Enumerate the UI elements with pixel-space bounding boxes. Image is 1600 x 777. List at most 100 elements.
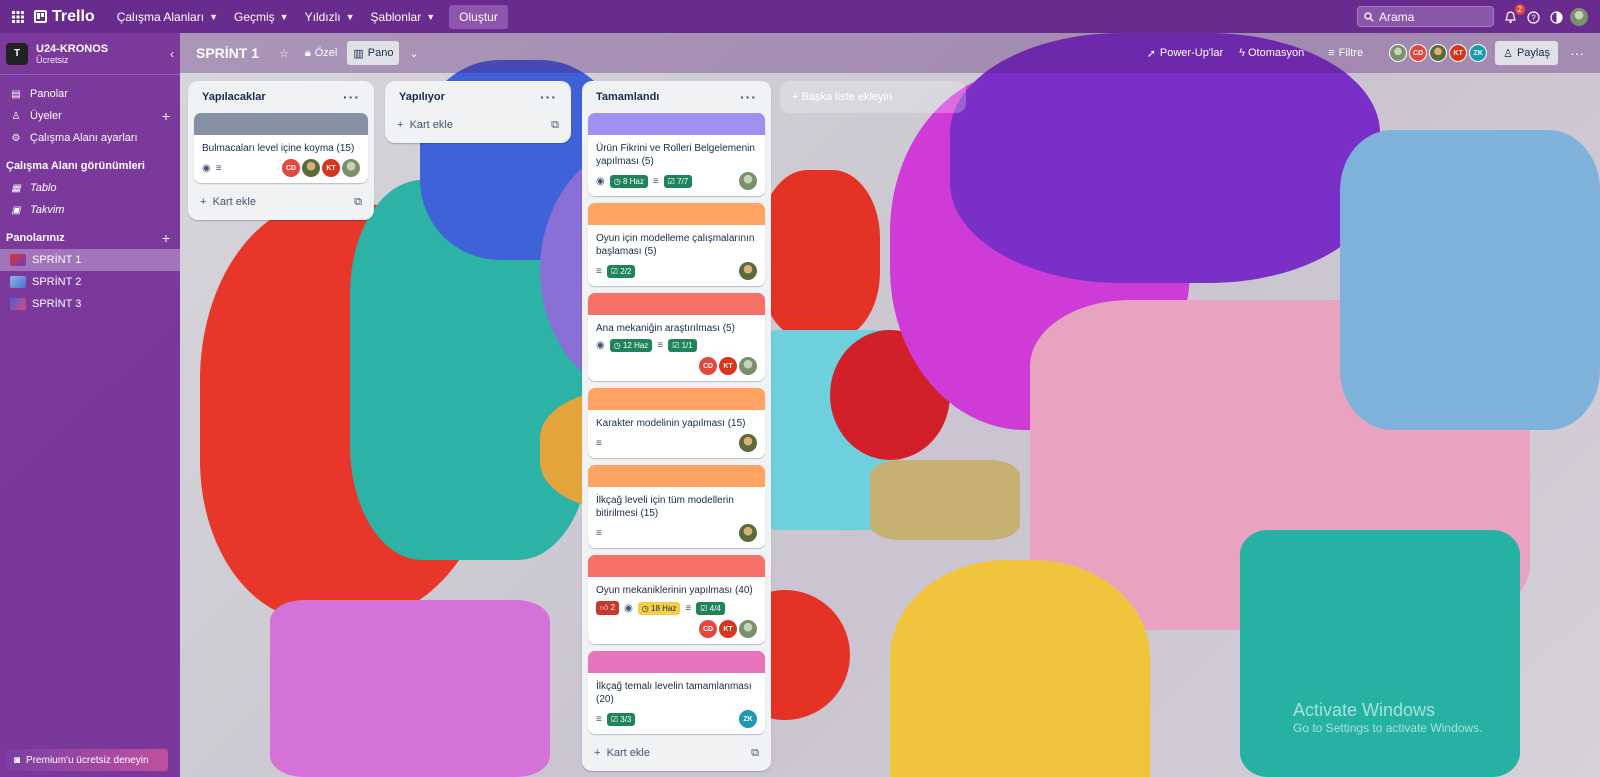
- checkbox-icon: ☑: [610, 714, 619, 724]
- list-todo: Yapılacaklar ··· Bulmacaları level içine …: [188, 81, 374, 220]
- automation-button[interactable]: ϟ Otomasyon: [1233, 41, 1310, 65]
- app-switcher-icon[interactable]: [8, 7, 28, 27]
- card-title: İlkçağ leveli için tüm modellerin bitiri…: [596, 495, 734, 519]
- member-avatar[interactable]: KT: [719, 357, 737, 375]
- due-date-badge[interactable]: ◷ 18 Haz: [637, 601, 681, 615]
- member-avatar[interactable]: CD: [282, 159, 300, 177]
- card[interactable]: Oyun mekaniklerinin yapılması (40) 👍︎ 2 …: [588, 555, 765, 644]
- list-title[interactable]: Yapılıyor: [399, 91, 445, 103]
- member-avatar[interactable]: [739, 620, 757, 638]
- votes-badge[interactable]: 👍︎ 2: [596, 601, 620, 615]
- add-list-button[interactable]: + Başka liste ekleyin: [780, 81, 966, 113]
- member-avatar[interactable]: ZK: [1469, 44, 1488, 62]
- board-view-icon: ▥: [353, 47, 364, 60]
- card-cover: [588, 555, 765, 577]
- card-cover: [588, 113, 765, 135]
- help-icon[interactable]: ?: [1524, 8, 1542, 26]
- lock-icon: 🔒︎: [304, 46, 311, 59]
- search-input[interactable]: Arama: [1357, 6, 1494, 27]
- list-done: Tamamlandı ··· Ürün Fikrini ve Rolleri Be…: [582, 81, 771, 771]
- card[interactable]: Ana mekaniğin araştırılması (5) ◉ ◷ 12 H…: [588, 293, 765, 381]
- member-avatar[interactable]: [739, 434, 757, 452]
- person-icon: ♙: [11, 110, 21, 122]
- member-avatar[interactable]: CD: [1409, 44, 1428, 62]
- gear-icon: ⚙: [11, 132, 21, 144]
- views-dropdown-icon[interactable]: ⌄: [403, 41, 424, 65]
- member-avatar[interactable]: [302, 159, 320, 177]
- list-title[interactable]: Tamamlandı: [596, 91, 659, 103]
- nav-starred[interactable]: Yıldızlı ▼: [297, 3, 363, 31]
- list-menu-icon[interactable]: ···: [540, 89, 557, 105]
- list-menu-icon[interactable]: ···: [740, 89, 757, 105]
- theme-toggle-icon[interactable]: [1547, 8, 1565, 26]
- member-avatar[interactable]: [1429, 44, 1448, 62]
- sidebar-board-sprint-2[interactable]: SPRİNT 2: [0, 271, 180, 293]
- template-icon[interactable]: ⧉: [354, 196, 362, 209]
- filter-button[interactable]: ≡ Filtre: [1322, 41, 1369, 65]
- due-date-badge[interactable]: ◷ 12 Haz: [609, 339, 653, 352]
- try-premium-button[interactable]: ◙ Premium'u ücretsiz deneyin: [6, 749, 168, 771]
- share-button[interactable]: ♙ Paylaş: [1495, 41, 1558, 65]
- card[interactable]: İlkçağ leveli için tüm modellerin bitiri…: [588, 465, 765, 548]
- member-avatar[interactable]: [1389, 44, 1408, 62]
- list-menu-icon[interactable]: ···: [343, 89, 360, 105]
- member-avatar[interactable]: CD: [699, 620, 717, 638]
- list-title[interactable]: Yapılacaklar: [202, 91, 266, 103]
- member-avatar[interactable]: ZK: [739, 710, 757, 728]
- member-avatar[interactable]: [739, 357, 757, 375]
- sidebar-board-sprint-1[interactable]: SPRİNT 1: [0, 249, 180, 271]
- watch-icon: ◉: [596, 175, 605, 187]
- nav-templates[interactable]: Şablonlar ▼: [363, 3, 444, 31]
- add-card-button[interactable]: + Kart ekle ⧉: [588, 741, 765, 765]
- visibility-button[interactable]: 🔒︎ Özel: [299, 41, 343, 65]
- board-menu-icon[interactable]: ···: [1564, 41, 1590, 65]
- checklist-badge: ☑ 4/4: [696, 601, 725, 615]
- add-card-button[interactable]: + Kart ekle ⧉: [391, 113, 565, 137]
- powerups-button[interactable]: ➚ Power-Up'lar: [1141, 41, 1229, 65]
- card[interactable]: İlkçağ temalı levelin tamamlanması (20) …: [588, 651, 765, 734]
- member-avatar[interactable]: [342, 159, 360, 177]
- nav-workspaces[interactable]: Çalışma Alanları ▼: [109, 3, 226, 31]
- sidebar-item-table[interactable]: ▦ Tablo: [0, 177, 180, 199]
- collapse-sidebar-icon[interactable]: ‹: [170, 47, 174, 61]
- member-avatar[interactable]: [739, 172, 757, 190]
- add-card-button[interactable]: + Kart ekle ⧉: [194, 190, 368, 214]
- member-avatar[interactable]: [739, 524, 757, 542]
- due-date-badge[interactable]: ◷ 8 Haz: [609, 174, 648, 188]
- sidebar-item-calendar[interactable]: ▣ Takvim: [0, 199, 180, 221]
- trello-logo[interactable]: Trello: [34, 8, 95, 26]
- card[interactable]: Oyun için modelleme çalışmalarının başla…: [588, 203, 765, 286]
- star-board-icon[interactable]: ☆: [273, 41, 295, 65]
- member-avatar[interactable]: CD: [699, 357, 717, 375]
- person-add-icon: ♙: [1503, 47, 1513, 60]
- sidebar-item-settings[interactable]: ⚙ Çalışma Alanı ayarları: [0, 127, 180, 149]
- workspace-views-header: Çalışma Alanı görünümleri: [6, 160, 145, 172]
- workspace-header[interactable]: T U24-KRONOS Ücretsiz ‹: [0, 33, 180, 75]
- card[interactable]: Karakter modelinin yapılması (15) ≡: [588, 388, 765, 458]
- description-icon: ≡: [596, 713, 602, 725]
- card[interactable]: Ürün Fikrini ve Rolleri Belgelemenin yap…: [588, 113, 765, 196]
- member-avatar[interactable]: [739, 262, 757, 280]
- workspace-name: U24-KRONOS: [36, 42, 109, 55]
- chevron-down-icon: ▼: [345, 11, 355, 22]
- card[interactable]: Bulmacaları level içine koyma (15) ◉ ≡ C…: [194, 113, 368, 183]
- sidebar-board-sprint-3[interactable]: SPRİNT 3: [0, 293, 180, 315]
- member-avatar[interactable]: KT: [322, 159, 340, 177]
- add-member-icon[interactable]: +: [162, 108, 170, 124]
- notifications-icon[interactable]: 2: [1501, 4, 1525, 26]
- template-icon[interactable]: ⧉: [751, 747, 759, 760]
- member-avatar[interactable]: KT: [719, 620, 737, 638]
- account-avatar[interactable]: [1570, 8, 1588, 26]
- card-title: Oyun için modelleme çalışmalarının başla…: [596, 233, 755, 257]
- add-board-icon[interactable]: +: [162, 230, 170, 246]
- template-icon[interactable]: ⧉: [551, 119, 559, 132]
- member-avatar[interactable]: KT: [1449, 44, 1468, 62]
- board-title[interactable]: SPRİNT 1: [196, 45, 259, 61]
- board-thumbnail: [10, 254, 26, 266]
- nav-recent[interactable]: Geçmiş ▼: [226, 3, 297, 31]
- create-button[interactable]: Oluştur: [449, 4, 508, 29]
- board-view-button[interactable]: ▥ Pano: [347, 41, 400, 65]
- sidebar-item-members[interactable]: ♙ Üyeler +: [0, 105, 180, 127]
- plus-icon: +: [200, 196, 207, 208]
- sidebar-item-boards[interactable]: ▤ Panolar: [0, 83, 180, 105]
